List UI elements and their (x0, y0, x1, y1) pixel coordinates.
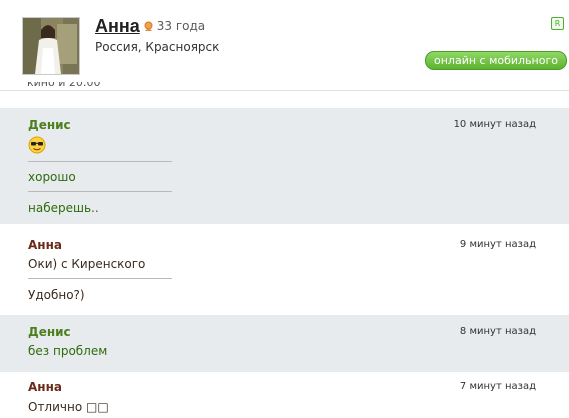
message-block: Анна 9 минут назад Оки) с Киренского Удо… (0, 224, 569, 315)
message-sender[interactable]: Денис (28, 118, 71, 132)
message-separator (28, 278, 172, 279)
header-divider (0, 90, 569, 91)
message-text: наберешь.. (28, 201, 99, 215)
message-time: 9 минут назад (459, 239, 536, 250)
name-row: Анна 33 года (95, 15, 205, 37)
message-text: без проблем (28, 344, 108, 358)
user-location: Россия, Красноярск (95, 40, 220, 54)
message-text: Отлично □□ (28, 400, 109, 414)
message-text: Удобно?) (28, 288, 85, 302)
avatar[interactable] (22, 17, 80, 75)
user-name-link[interactable]: Анна (95, 16, 140, 37)
message-separator (28, 161, 172, 162)
r-badge-icon[interactable]: R (551, 17, 564, 30)
message-time: 7 минут назад (459, 381, 536, 392)
message-sender[interactable]: Анна (28, 380, 62, 394)
message-time: 8 минут назад (459, 326, 536, 337)
message-block: Денис 10 минут назад хорошо наберешь.. (0, 108, 569, 224)
user-age: 33 года (156, 19, 206, 33)
message-sender[interactable]: Анна (28, 238, 62, 252)
online-status-badge[interactable]: онлайн с мобильного (425, 51, 567, 70)
message-block: Денис 8 минут назад без проблем (0, 315, 569, 372)
previous-message-cut: кино и 20:00 (27, 82, 101, 89)
message-text: Оки) с Киренского (28, 257, 146, 271)
profile-header: Анна 33 года Россия, Красноярск R онлайн… (0, 0, 569, 90)
message-time: 10 минут назад (453, 119, 536, 130)
message-sender[interactable]: Денис (28, 325, 71, 339)
cool-emoji-icon (28, 136, 46, 154)
message-separator (28, 191, 172, 192)
message-block: Анна 7 минут назад Отлично □□ (0, 372, 569, 418)
message-text: хорошо (28, 170, 76, 184)
female-icon (143, 21, 154, 32)
